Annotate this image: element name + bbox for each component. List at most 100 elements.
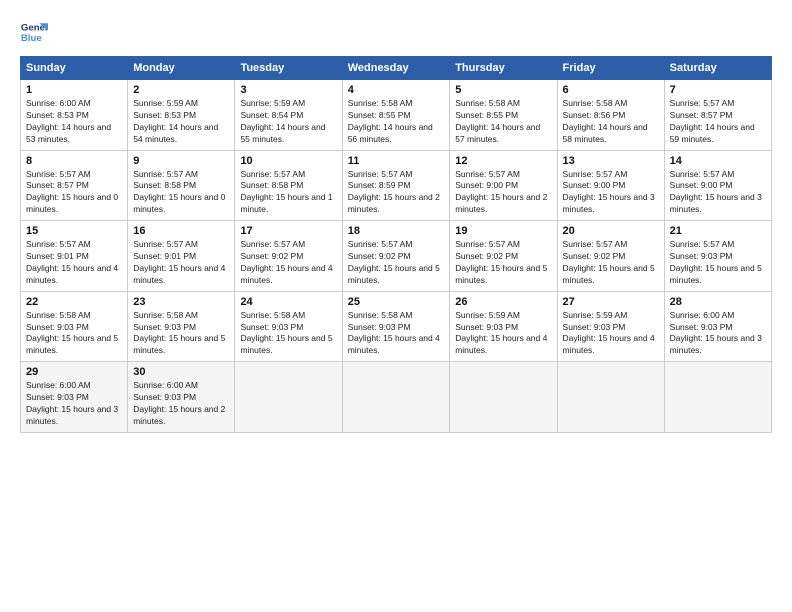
day-number: 27 <box>563 296 659 308</box>
calendar-cell: 15 Sunrise: 5:57 AMSunset: 9:01 PMDayligh… <box>21 221 128 292</box>
calendar-cell: 2 Sunrise: 5:59 AMSunset: 8:53 PMDaylight… <box>128 80 235 151</box>
calendar-cell: 22 Sunrise: 5:58 AMSunset: 9:03 PMDayligh… <box>21 291 128 362</box>
day-info: Sunrise: 6:00 AMSunset: 9:03 PMDaylight:… <box>670 310 766 358</box>
day-info: Sunrise: 6:00 AMSunset: 8:53 PMDaylight:… <box>26 98 122 146</box>
day-info: Sunrise: 5:58 AMSunset: 9:03 PMDaylight:… <box>240 310 336 358</box>
calendar-cell: 14 Sunrise: 5:57 AMSunset: 9:00 PMDayligh… <box>664 150 771 221</box>
day-number: 30 <box>133 366 229 378</box>
logo: General Blue <box>20 18 52 46</box>
day-info: Sunrise: 5:57 AMSunset: 8:59 PMDaylight:… <box>348 169 445 217</box>
calendar-cell <box>664 362 771 433</box>
day-number: 3 <box>240 84 336 96</box>
calendar-cell: 5 Sunrise: 5:58 AMSunset: 8:55 PMDaylight… <box>450 80 557 151</box>
day-info: Sunrise: 5:57 AMSunset: 9:02 PMDaylight:… <box>563 239 659 287</box>
calendar-cell: 23 Sunrise: 5:58 AMSunset: 9:03 PMDayligh… <box>128 291 235 362</box>
day-info: Sunrise: 5:57 AMSunset: 9:02 PMDaylight:… <box>240 239 336 287</box>
calendar-cell: 11 Sunrise: 5:57 AMSunset: 8:59 PMDayligh… <box>342 150 450 221</box>
day-info: Sunrise: 5:58 AMSunset: 9:03 PMDaylight:… <box>348 310 445 358</box>
calendar-cell: 16Sunrise: 5:57 AMSunset: 9:01 PMDayligh… <box>128 221 235 292</box>
day-number: 28 <box>670 296 766 308</box>
day-info: Sunrise: 5:57 AMSunset: 9:02 PMDaylight:… <box>455 239 551 287</box>
day-info: Sunrise: 5:58 AMSunset: 8:55 PMDaylight:… <box>455 98 551 146</box>
calendar: SundayMondayTuesdayWednesdayThursdayFrid… <box>20 56 772 433</box>
calendar-cell: 24 Sunrise: 5:58 AMSunset: 9:03 PMDayligh… <box>235 291 342 362</box>
day-info: Sunrise: 5:58 AMSunset: 8:55 PMDaylight:… <box>348 98 445 146</box>
calendar-week-4: 22 Sunrise: 5:58 AMSunset: 9:03 PMDayligh… <box>21 291 772 362</box>
col-header-sunday: Sunday <box>21 57 128 80</box>
day-number: 21 <box>670 225 766 237</box>
page: { "header": { "logo_line1": "General", "… <box>0 0 792 612</box>
day-number: 15 <box>26 225 122 237</box>
day-info: Sunrise: 5:59 AMSunset: 8:53 PMDaylight:… <box>133 98 229 146</box>
day-info: Sunrise: 5:59 AMSunset: 9:03 PMDaylight:… <box>455 310 551 358</box>
day-info: Sunrise: 5:58 AMSunset: 9:03 PMDaylight:… <box>133 310 229 358</box>
day-number: 14 <box>670 155 766 167</box>
calendar-cell: 8 Sunrise: 5:57 AMSunset: 8:57 PMDaylight… <box>21 150 128 221</box>
day-number: 22 <box>26 296 122 308</box>
calendar-week-2: 8 Sunrise: 5:57 AMSunset: 8:57 PMDaylight… <box>21 150 772 221</box>
day-number: 16 <box>133 225 229 237</box>
day-number: 8 <box>26 155 122 167</box>
calendar-cell: 3Sunrise: 5:59 AMSunset: 8:54 PMDaylight… <box>235 80 342 151</box>
day-number: 20 <box>563 225 659 237</box>
calendar-cell <box>557 362 664 433</box>
calendar-cell: 10 Sunrise: 5:57 AMSunset: 8:58 PMDayligh… <box>235 150 342 221</box>
day-info: Sunrise: 5:57 AMSunset: 8:57 PMDaylight:… <box>670 98 766 146</box>
calendar-week-3: 15 Sunrise: 5:57 AMSunset: 9:01 PMDayligh… <box>21 221 772 292</box>
calendar-week-1: 1 Sunrise: 6:00 AMSunset: 8:53 PMDaylight… <box>21 80 772 151</box>
day-number: 10 <box>240 155 336 167</box>
col-header-saturday: Saturday <box>664 57 771 80</box>
col-header-wednesday: Wednesday <box>342 57 450 80</box>
calendar-cell: 21 Sunrise: 5:57 AMSunset: 9:03 PMDayligh… <box>664 221 771 292</box>
calendar-cell: 30 Sunrise: 6:00 AMSunset: 9:03 PMDayligh… <box>128 362 235 433</box>
day-number: 4 <box>348 84 445 96</box>
day-number: 24 <box>240 296 336 308</box>
calendar-cell: 18 Sunrise: 5:57 AMSunset: 9:02 PMDayligh… <box>342 221 450 292</box>
day-info: Sunrise: 5:58 AMSunset: 8:56 PMDaylight:… <box>563 98 659 146</box>
col-header-monday: Monday <box>128 57 235 80</box>
col-header-thursday: Thursday <box>450 57 557 80</box>
day-info: Sunrise: 5:57 AMSunset: 8:58 PMDaylight:… <box>240 169 336 217</box>
day-number: 5 <box>455 84 551 96</box>
logo-icon: General Blue <box>20 18 48 46</box>
day-number: 6 <box>563 84 659 96</box>
day-number: 12 <box>455 155 551 167</box>
day-number: 17 <box>240 225 336 237</box>
day-info: Sunrise: 5:57 AMSunset: 9:03 PMDaylight:… <box>670 239 766 287</box>
day-number: 13 <box>563 155 659 167</box>
header: General Blue <box>20 18 772 46</box>
day-info: Sunrise: 5:57 AMSunset: 9:00 PMDaylight:… <box>670 169 766 217</box>
calendar-cell: 12 Sunrise: 5:57 AMSunset: 9:00 PMDayligh… <box>450 150 557 221</box>
day-info: Sunrise: 6:00 AMSunset: 9:03 PMDaylight:… <box>133 380 229 428</box>
calendar-header-row: SundayMondayTuesdayWednesdayThursdayFrid… <box>21 57 772 80</box>
day-info: Sunrise: 5:57 AMSunset: 9:01 PMDaylight:… <box>26 239 122 287</box>
svg-text:Blue: Blue <box>21 33 42 44</box>
col-header-tuesday: Tuesday <box>235 57 342 80</box>
day-info: Sunrise: 5:57 AMSunset: 9:00 PMDaylight:… <box>455 169 551 217</box>
day-number: 29 <box>26 366 122 378</box>
calendar-cell: 4 Sunrise: 5:58 AMSunset: 8:55 PMDaylight… <box>342 80 450 151</box>
day-number: 18 <box>348 225 445 237</box>
day-number: 25 <box>348 296 445 308</box>
calendar-cell: 13Sunrise: 5:57 AMSunset: 9:00 PMDayligh… <box>557 150 664 221</box>
col-header-friday: Friday <box>557 57 664 80</box>
day-number: 1 <box>26 84 122 96</box>
calendar-cell <box>450 362 557 433</box>
calendar-cell: 19 Sunrise: 5:57 AMSunset: 9:02 PMDayligh… <box>450 221 557 292</box>
day-number: 11 <box>348 155 445 167</box>
day-info: Sunrise: 5:57 AMSunset: 8:57 PMDaylight:… <box>26 169 122 217</box>
day-info: Sunrise: 5:57 AMSunset: 9:02 PMDaylight:… <box>348 239 445 287</box>
day-info: Sunrise: 6:00 AMSunset: 9:03 PMDaylight:… <box>26 380 122 428</box>
day-number: 23 <box>133 296 229 308</box>
calendar-cell: 17 Sunrise: 5:57 AMSunset: 9:02 PMDayligh… <box>235 221 342 292</box>
day-info: Sunrise: 5:57 AMSunset: 8:58 PMDaylight:… <box>133 169 229 217</box>
calendar-cell: 29 Sunrise: 6:00 AMSunset: 9:03 PMDayligh… <box>21 362 128 433</box>
day-info: Sunrise: 5:58 AMSunset: 9:03 PMDaylight:… <box>26 310 122 358</box>
day-number: 7 <box>670 84 766 96</box>
day-number: 19 <box>455 225 551 237</box>
calendar-cell: 1 Sunrise: 6:00 AMSunset: 8:53 PMDaylight… <box>21 80 128 151</box>
day-number: 9 <box>133 155 229 167</box>
calendar-week-5: 29 Sunrise: 6:00 AMSunset: 9:03 PMDayligh… <box>21 362 772 433</box>
calendar-cell: 27Sunrise: 5:59 AMSunset: 9:03 PMDayligh… <box>557 291 664 362</box>
day-number: 2 <box>133 84 229 96</box>
